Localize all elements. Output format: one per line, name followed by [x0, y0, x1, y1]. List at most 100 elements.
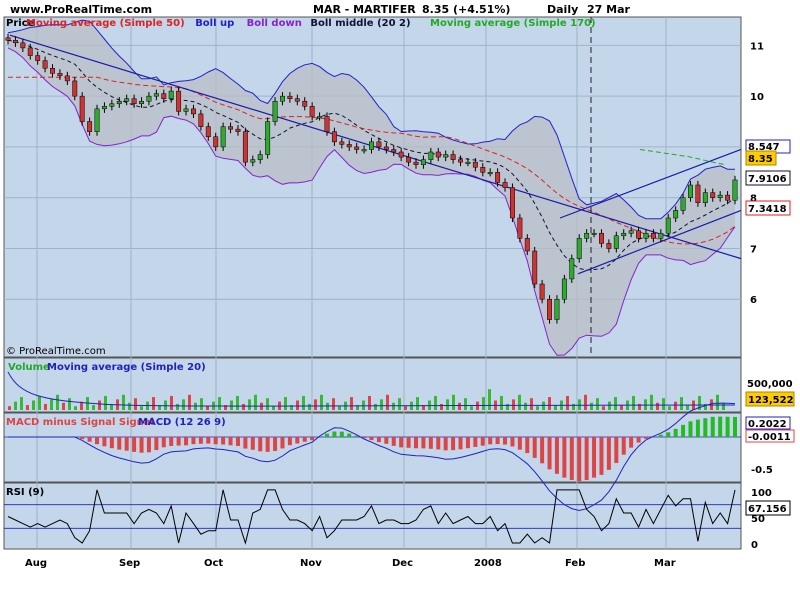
candle-body [79, 95, 85, 122]
volume-bar [308, 403, 311, 410]
volume-bar [452, 394, 455, 410]
macd-hist-bar [109, 437, 114, 449]
month-label: Nov [300, 558, 322, 569]
candle-body [35, 55, 41, 61]
macd-hist-bar [725, 416, 730, 437]
candle-body [613, 235, 619, 249]
candle-body [235, 128, 241, 132]
volume-bar [686, 405, 689, 410]
candle-body [354, 146, 360, 150]
macd-hist-bar [569, 437, 574, 480]
volume-bar [434, 395, 437, 410]
volume-bar [548, 397, 551, 410]
rsi-tick-50: 50 [751, 514, 765, 525]
legend-entry: Boll middle (20 2) [310, 18, 410, 29]
macd-hist-bar [414, 437, 419, 449]
candle-body [547, 298, 552, 320]
last-price-tag: 8.35 [748, 154, 773, 165]
candle-body [487, 172, 493, 175]
macd-hist-bar [473, 437, 478, 447]
volume-bar [566, 395, 569, 410]
candle-body [650, 232, 656, 239]
volume-bar [134, 398, 137, 410]
volume-bar [398, 398, 401, 410]
volume-bar [536, 406, 539, 410]
macd-hist-bar [517, 437, 522, 450]
macd-diff-legend: MACD minus Signal Signal [6, 417, 154, 428]
volume-bar [584, 394, 587, 410]
candle-body [495, 172, 501, 183]
quote: 8.35 (+4.51%) [422, 3, 510, 16]
volume-bar [122, 394, 125, 410]
macd-hist-bar [658, 434, 663, 437]
month-label: Oct [204, 558, 223, 569]
rsi-panel [3, 482, 742, 550]
candle-body [302, 100, 308, 107]
volume-bar [206, 406, 209, 410]
candle-body [257, 154, 263, 160]
candle-body [710, 192, 716, 198]
candle-body [57, 73, 63, 77]
volume-bar [284, 397, 287, 410]
volume-bar [338, 406, 341, 410]
legend-entry: Boll up [195, 18, 234, 29]
macd-hist-bar [503, 437, 508, 445]
volume-bar [482, 397, 485, 410]
volume-bar [38, 395, 41, 410]
macd-hist-bar [324, 433, 329, 437]
candle-body [294, 98, 300, 102]
price-tick: 6 [750, 295, 757, 306]
macd-hist-bar [102, 437, 107, 447]
stock-chart: www.ProRealTime.com MAR - MARTIFER 8.35 … [3, 3, 795, 569]
volume-bar [488, 389, 491, 410]
candle-body [643, 232, 649, 239]
candle-body [413, 161, 419, 165]
candle-body [428, 151, 434, 160]
macd-hist-bar [465, 437, 470, 449]
volume-bar [236, 395, 239, 410]
macd-hist-bar [621, 437, 626, 455]
volume-bar [176, 403, 179, 410]
volume-bar [320, 394, 323, 410]
boll-mid-tag: 7.9106 [748, 174, 787, 185]
candle-body [146, 95, 152, 102]
volume-bar [404, 406, 407, 410]
candle-body [480, 166, 486, 173]
volume-bar [140, 406, 143, 410]
ma50-tag: 7.3418 [748, 204, 787, 215]
candle-body [369, 141, 374, 150]
macd-hist-bar [577, 437, 582, 482]
candle-body [576, 238, 582, 259]
volume-bar [590, 402, 593, 410]
candle-body [621, 232, 627, 237]
macd-hist-bar [695, 419, 700, 437]
volume-bar [296, 400, 299, 410]
macd-hist-bar [688, 421, 693, 437]
macd-hist-bar [733, 416, 737, 437]
macd-hist-bar [451, 437, 456, 451]
volume-bar [50, 399, 53, 410]
macd-hist-bar [332, 431, 337, 437]
month-label: Dec [392, 558, 413, 569]
macd-hist-bar [302, 437, 307, 442]
volume-legend: Moving average (Simple 20) [47, 362, 206, 373]
macd-hist-bar [184, 437, 189, 446]
candle-body [176, 90, 182, 112]
macd-hist-bar [235, 437, 240, 446]
volume-bar [62, 402, 65, 410]
candle-body [665, 217, 671, 234]
macd-hist-bar [280, 437, 285, 449]
volume-bar [32, 400, 35, 410]
macd-hist-bar [161, 437, 166, 448]
volume-bar [200, 398, 203, 410]
candle-body [42, 60, 48, 69]
period: Daily [547, 3, 578, 16]
macd-hist-bar [718, 416, 723, 437]
volume-bar [458, 402, 461, 410]
candle-body [717, 194, 723, 198]
macd-hist-bar [213, 437, 218, 445]
volume-bar [680, 397, 683, 410]
rsi-tick-100: 100 [751, 488, 772, 499]
candle-body [376, 141, 382, 148]
candle-body [101, 106, 107, 110]
